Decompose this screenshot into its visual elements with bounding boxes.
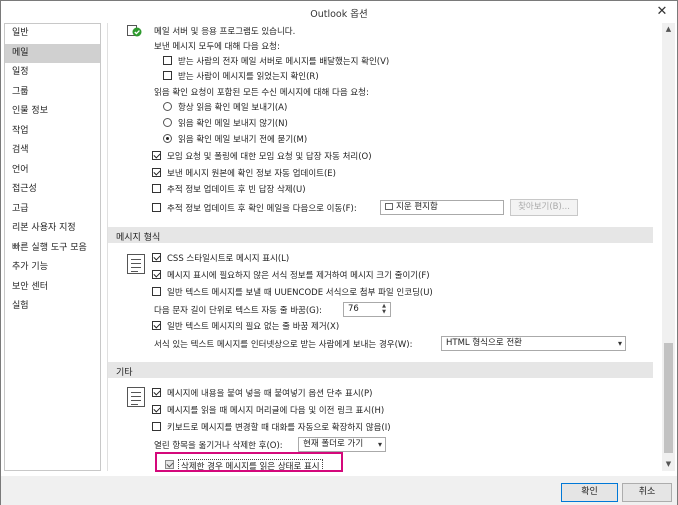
- options-content-pane: 메일 서버 및 응용 프로그램도 있습니다. 보낸 메시지 모두에 대해 다음 …: [107, 23, 675, 471]
- document-lines-icon: [127, 254, 145, 274]
- uuencode-checkbox[interactable]: [152, 287, 161, 296]
- sidebar-item-search[interactable]: 검색: [5, 141, 100, 161]
- after-move-value: 현재 폴더로 가기: [303, 439, 364, 449]
- title-bar: Outlook 옵션 ✕: [1, 1, 677, 23]
- wrap-length-value: 76: [348, 304, 359, 314]
- send-format-label: 서식 있는 텍스트 메시지를 인터넷상으로 받는 사람에게 보내는 경우(W):: [154, 340, 413, 350]
- move-receipts-label: 추적 정보 업데이트 후 확인 메일을 다음으로 이동(F):: [167, 204, 357, 214]
- other-header: 기타: [108, 362, 653, 378]
- expand-conversation-label: 키보드로 메시지를 변경할 때 대화를 자동으로 확장하지 않음(I): [167, 423, 391, 433]
- sidebar-item-calendar[interactable]: 일정: [5, 63, 100, 83]
- always-send-receipt-radio[interactable]: [163, 102, 172, 111]
- incoming-request-label: 읽음 확인 요청이 포함된 모든 수신 메시지에 대해 다음 요청:: [154, 88, 369, 98]
- delete-empty-responses-label: 추적 정보 업데이트 후 빈 답장 삭제(U): [167, 185, 306, 195]
- browse-button[interactable]: 찾아보기(B)...: [510, 199, 578, 216]
- ok-button[interactable]: 확인: [561, 483, 618, 502]
- delivery-receipt-label: 받는 사람의 전자 메일 서버로 메시지를 배달했는지 확인(V): [178, 57, 390, 67]
- auto-process-checkbox[interactable]: [152, 151, 161, 160]
- after-move-dropdown[interactable]: 현재 폴더로 가기: [298, 437, 386, 452]
- never-send-receipt-radio[interactable]: [163, 118, 172, 127]
- ask-before-receipt-radio[interactable]: [163, 134, 172, 143]
- prev-next-links-checkbox[interactable]: [152, 405, 161, 414]
- other-header-label: 기타: [116, 368, 133, 378]
- move-receipts-checkbox[interactable]: [152, 203, 161, 212]
- sidebar-item-people[interactable]: 인물 정보: [5, 102, 100, 122]
- message-format-header: 메시지 형식: [108, 227, 653, 243]
- read-receipt-label: 받는 사람이 메시지를 읽었는지 확인(R): [178, 72, 319, 82]
- remove-line-breaks-checkbox[interactable]: [152, 321, 161, 330]
- sidebar-item-language[interactable]: 언어: [5, 161, 100, 181]
- close-icon[interactable]: ✕: [653, 3, 671, 21]
- uuencode-label: 일반 텍스트 메시지를 보낼 때 UUENCODE 서식으로 첨부 파일 인코딩…: [167, 288, 433, 298]
- sidebar-item-add-ins[interactable]: 추가 기능: [5, 258, 100, 278]
- outlook-options-dialog: Outlook 옵션 ✕ 일반 메일 일정 그룹 인물 정보 작업 검색 언어 …: [0, 0, 678, 505]
- always-send-receipt-label: 항상 읽음 확인 메일 보내기(A): [178, 103, 288, 113]
- after-move-label: 열린 항목을 옮기거나 삭제한 후(O):: [154, 441, 283, 451]
- paste-options-checkbox[interactable]: [152, 388, 161, 397]
- receipt-folder-field[interactable]: 지운 편지함: [380, 200, 504, 215]
- tracking-icon: [127, 25, 142, 37]
- sidebar: 일반 메일 일정 그룹 인물 정보 작업 검색 언어 접근성 고급 리본 사용자…: [4, 23, 101, 471]
- send-format-dropdown[interactable]: HTML 형식으로 전환: [441, 336, 626, 351]
- sidebar-item-accessibility[interactable]: 접근성: [5, 180, 100, 200]
- folder-icon: [385, 203, 393, 210]
- remove-line-breaks-label: 일반 텍스트 메시지의 필요 없는 줄 바꿈 제거(X): [167, 322, 340, 332]
- highlight-annotation-box: [155, 452, 343, 472]
- delivery-receipt-checkbox[interactable]: [163, 56, 172, 65]
- never-send-receipt-label: 읽음 확인 메일 보내지 않기(N): [178, 119, 288, 129]
- paste-options-label: 메시지에 내용을 붙여 넣을 때 붙여넣기 옵션 단추 표시(P): [167, 389, 373, 399]
- wrap-length-spinner[interactable]: 76 ▲ ▼: [343, 302, 391, 317]
- scrollbar-thumb[interactable]: [664, 343, 673, 453]
- prev-next-links-label: 메시지를 읽을 때 메시지 머리글에 다음 및 이전 링크 표시(H): [167, 406, 385, 416]
- auto-process-label: 모임 요청 및 폴링에 대한 모임 요청 및 답장 자동 처리(O): [167, 152, 372, 162]
- sidebar-item-groups[interactable]: 그룹: [5, 83, 100, 103]
- sidebar-item-advanced[interactable]: 고급: [5, 200, 100, 220]
- update-original-checkbox[interactable]: [152, 168, 161, 177]
- vertical-scrollbar[interactable]: ▲ ▼: [662, 23, 675, 471]
- expand-conversation-checkbox[interactable]: [152, 422, 161, 431]
- sidebar-item-tasks[interactable]: 작업: [5, 122, 100, 142]
- receipt-folder-value: 지운 편지함: [396, 202, 438, 212]
- wrap-length-label: 다음 문자 길이 단위로 텍스트 자동 줄 바꿈(G):: [154, 306, 322, 316]
- scroll-up-icon[interactable]: ▲: [662, 23, 675, 36]
- document-lines-icon: [127, 387, 145, 407]
- sidebar-item-general[interactable]: 일반: [5, 24, 100, 44]
- scroll-down-icon[interactable]: ▼: [662, 458, 675, 471]
- cancel-button[interactable]: 취소: [622, 483, 672, 502]
- reduce-size-checkbox[interactable]: [152, 270, 161, 279]
- read-receipt-checkbox[interactable]: [163, 71, 172, 80]
- ask-before-receipt-label: 읽음 확인 메일 보내기 전에 묻기(M): [178, 135, 308, 145]
- spinner-arrows-icon[interactable]: ▲ ▼: [379, 303, 389, 316]
- message-format-header-label: 메시지 형식: [116, 233, 161, 243]
- css-stylesheet-label: CSS 스타일시트로 메시지 표시(L): [167, 254, 290, 264]
- send-format-value: HTML 형식으로 전환: [446, 338, 522, 348]
- tracking-intro-text: 메일 서버 및 응용 프로그램도 있습니다.: [154, 27, 296, 37]
- sidebar-item-experiments[interactable]: 실험: [5, 297, 100, 317]
- dialog-title: Outlook 옵션: [310, 9, 368, 20]
- css-stylesheet-checkbox[interactable]: [152, 253, 161, 262]
- delete-empty-responses-checkbox[interactable]: [152, 184, 161, 193]
- sidebar-item-customize-ribbon[interactable]: 리본 사용자 지정: [5, 219, 100, 239]
- sidebar-item-trust-center[interactable]: 보안 센터: [5, 278, 100, 298]
- sidebar-item-quick-access-toolbar[interactable]: 빠른 실행 도구 모음: [5, 239, 100, 259]
- send-request-label: 보낸 메시지 모두에 대해 다음 요청:: [154, 42, 280, 52]
- update-original-label: 보낸 메시지 원본에 확인 정보 자동 업데이트(E): [167, 169, 336, 179]
- reduce-size-label: 메시지 표시에 필요하지 않은 서식 정보를 제거하여 메시지 크기 줄이기(F…: [167, 271, 430, 281]
- sidebar-item-mail[interactable]: 메일: [5, 43, 100, 63]
